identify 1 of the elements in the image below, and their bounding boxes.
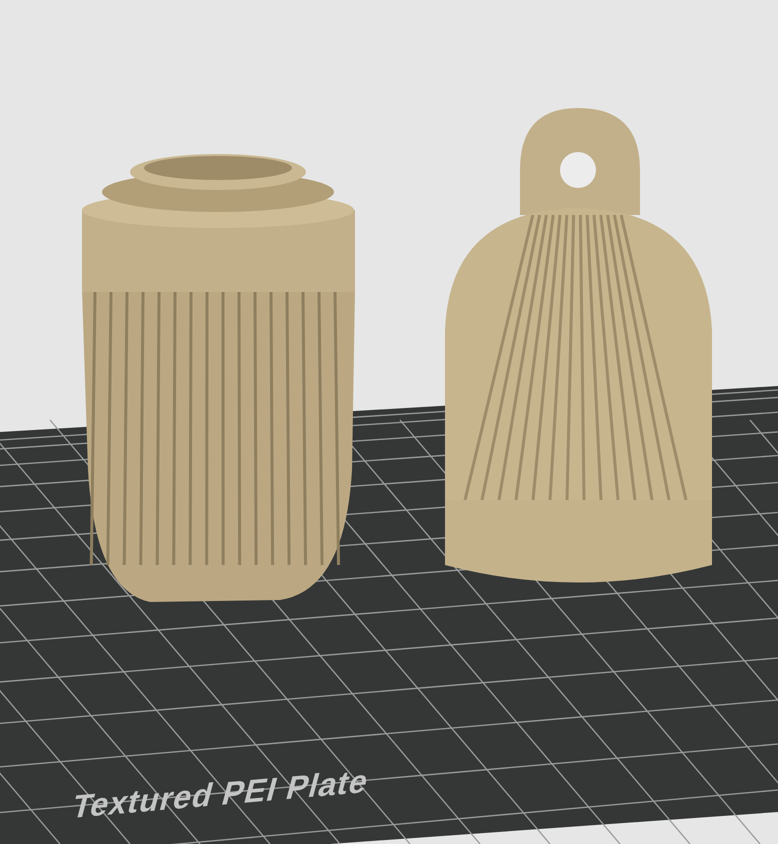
plate-label: Textured PEI Plate	[68, 763, 374, 826]
